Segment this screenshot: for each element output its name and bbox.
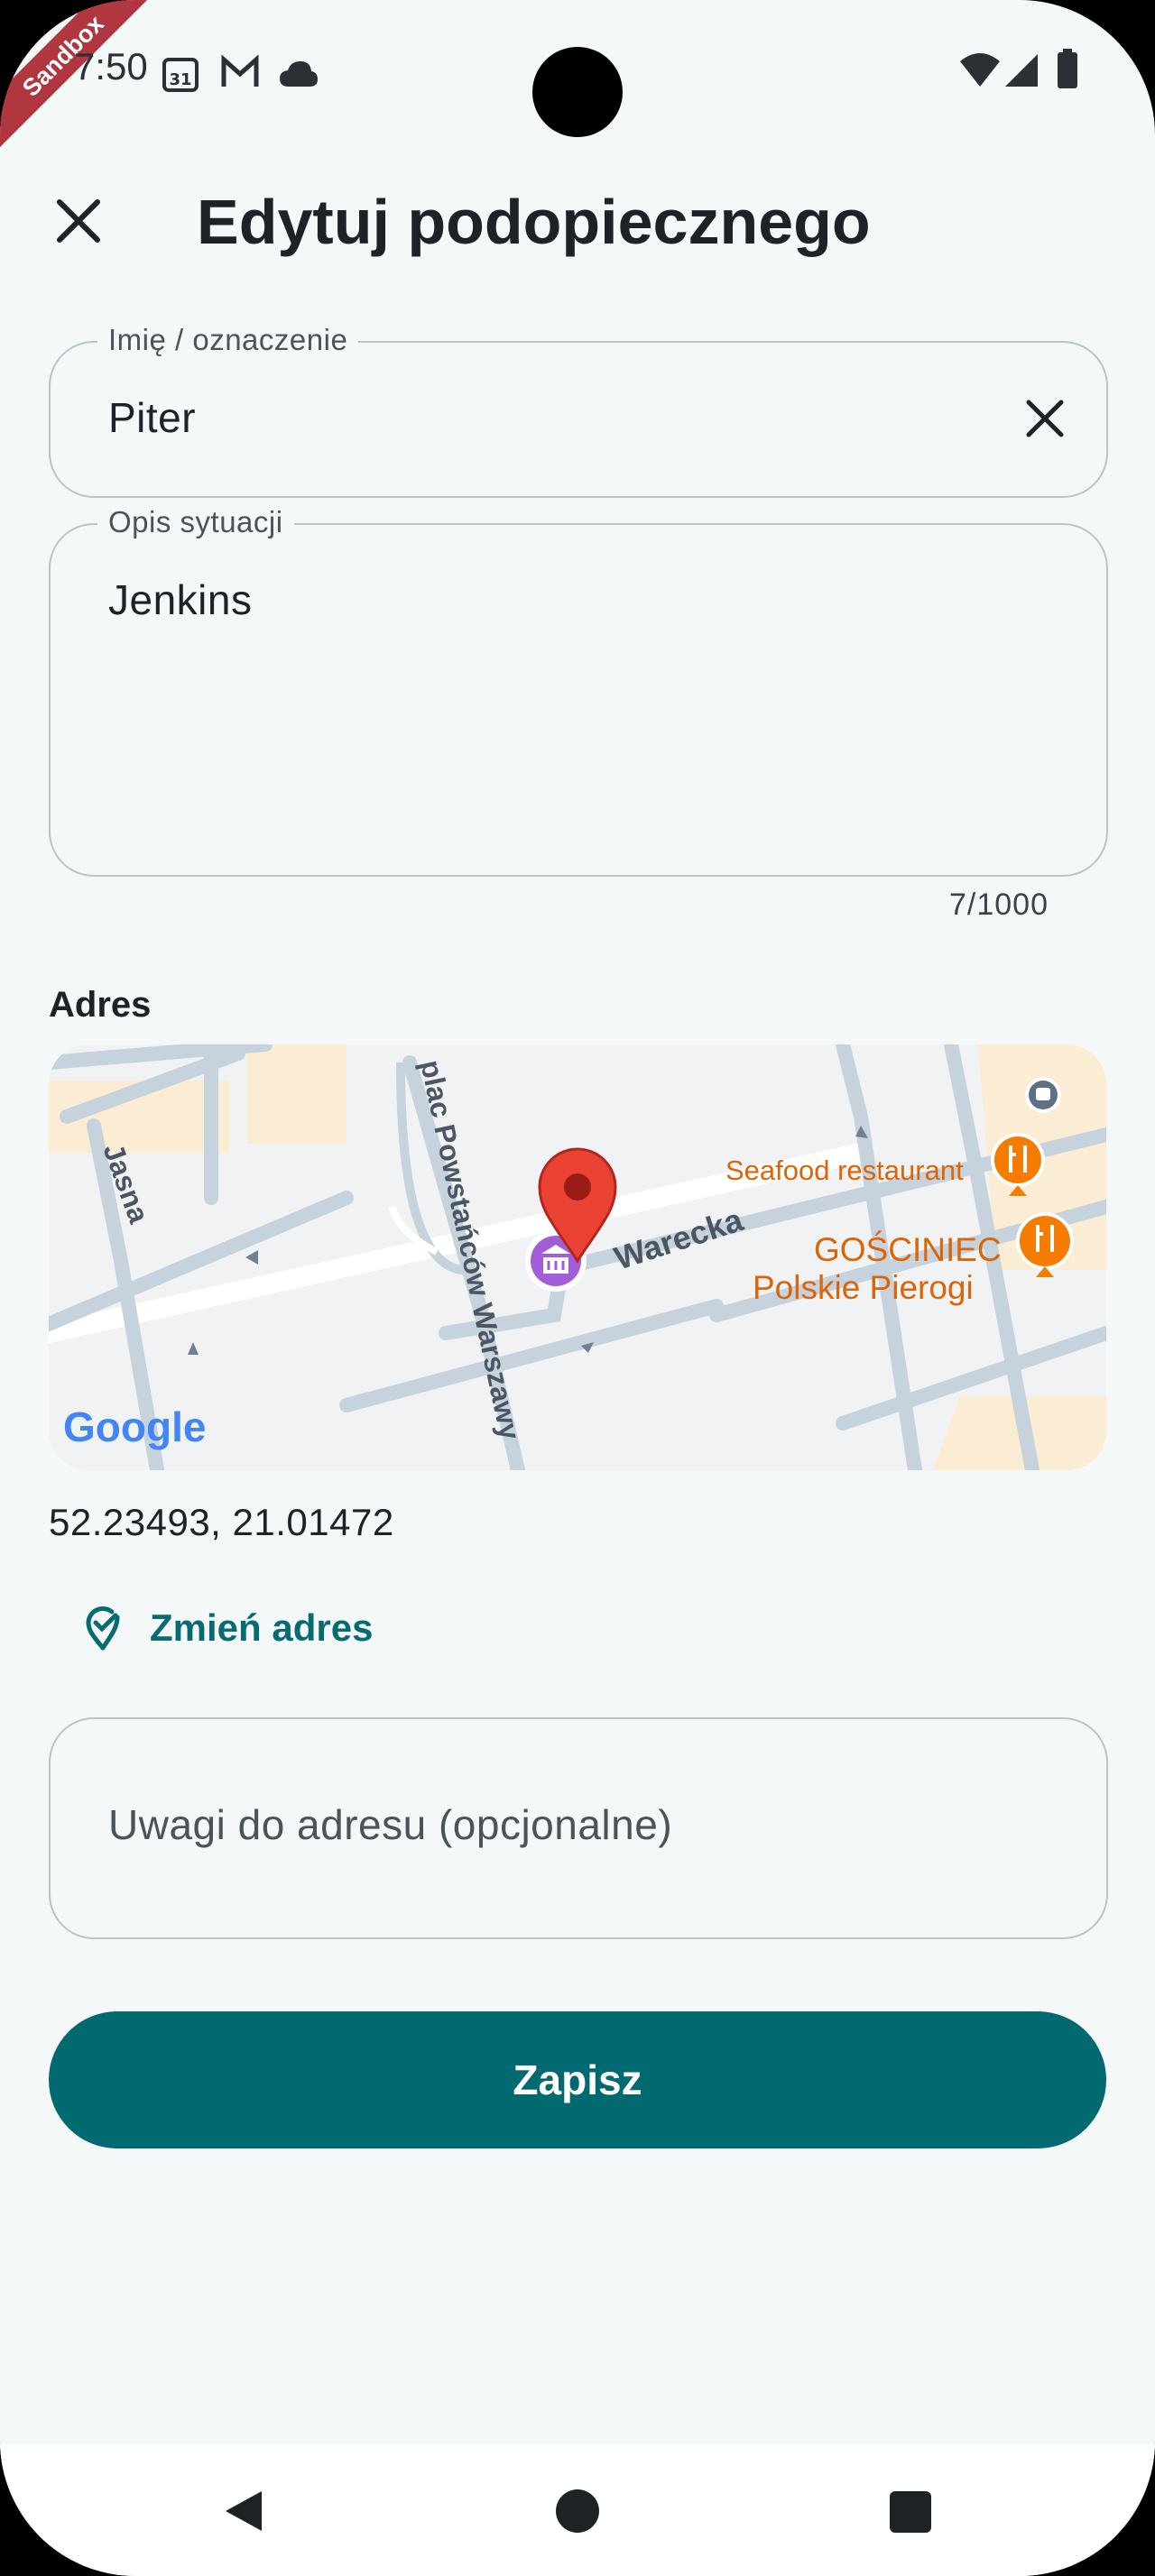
close-icon[interactable] bbox=[47, 189, 110, 253]
name-field-label: Imię / oznaczenie bbox=[97, 323, 359, 357]
place-label-pierogi: Polskie Pierogi bbox=[753, 1269, 974, 1306]
wifi-icon bbox=[960, 53, 1000, 87]
change-address-label: Zmień adres bbox=[150, 1606, 374, 1649]
character-counter: 7/1000 bbox=[949, 888, 1049, 922]
address-notes-placeholder[interactable]: Uwagi do adresu (opcjonalne) bbox=[108, 1800, 672, 1849]
place-label-gosciniec: GOŚCINIEC bbox=[814, 1230, 1002, 1268]
system-navigation-bar bbox=[0, 2444, 1155, 2576]
screen: Sandbox 7:50 31 Edytuj podopiecznego Imi… bbox=[0, 0, 1155, 2576]
calendar-icon: 31 bbox=[162, 58, 199, 92]
recents-nav-icon[interactable] bbox=[888, 2489, 933, 2535]
save-button[interactable]: Zapisz bbox=[49, 2011, 1106, 2148]
place-label-seafood: Seafood restaurant bbox=[725, 1155, 964, 1186]
bus-stop-icon[interactable] bbox=[1025, 1077, 1061, 1113]
change-address-button[interactable]: Zmień adres bbox=[79, 1596, 373, 1660]
address-notes-field[interactable]: Uwagi do adresu (opcjonalne) bbox=[49, 1717, 1108, 1939]
camera-cutout bbox=[532, 47, 623, 137]
description-field-value[interactable]: Jenkins bbox=[108, 575, 252, 624]
clear-icon[interactable] bbox=[1020, 393, 1070, 444]
map-canvas[interactable]: Jasna plac Powstańców Warszawy Warecka S… bbox=[49, 1044, 1106, 1470]
name-field-value[interactable]: Piter bbox=[108, 393, 196, 442]
address-section-title: Adres bbox=[49, 985, 152, 1025]
battery-icon bbox=[1058, 49, 1077, 88]
calendar-day: 31 bbox=[169, 70, 191, 89]
coordinates-text: 52.23493, 21.01472 bbox=[49, 1501, 394, 1543]
edit-location-icon bbox=[86, 1606, 120, 1651]
signal-icon bbox=[1005, 54, 1038, 87]
back-nav-icon[interactable] bbox=[218, 2486, 269, 2536]
gmail-icon bbox=[221, 54, 259, 87]
app-bar: Edytuj podopiecznego bbox=[0, 171, 1155, 271]
status-time: 7:50 bbox=[74, 45, 148, 87]
home-nav-icon[interactable] bbox=[552, 2486, 603, 2536]
name-field[interactable]: Imię / oznaczenie Piter bbox=[49, 323, 1108, 498]
map-view[interactable]: Jasna plac Powstańców Warszawy Warecka S… bbox=[49, 1044, 1106, 1470]
cloud-icon bbox=[280, 61, 318, 87]
google-attribution: Google bbox=[63, 1403, 206, 1450]
description-field-label: Opis sytuacji bbox=[97, 505, 294, 539]
description-field[interactable]: Opis sytuacji Jenkins bbox=[49, 505, 1108, 877]
page-title: Edytuj podopiecznego bbox=[197, 187, 871, 257]
